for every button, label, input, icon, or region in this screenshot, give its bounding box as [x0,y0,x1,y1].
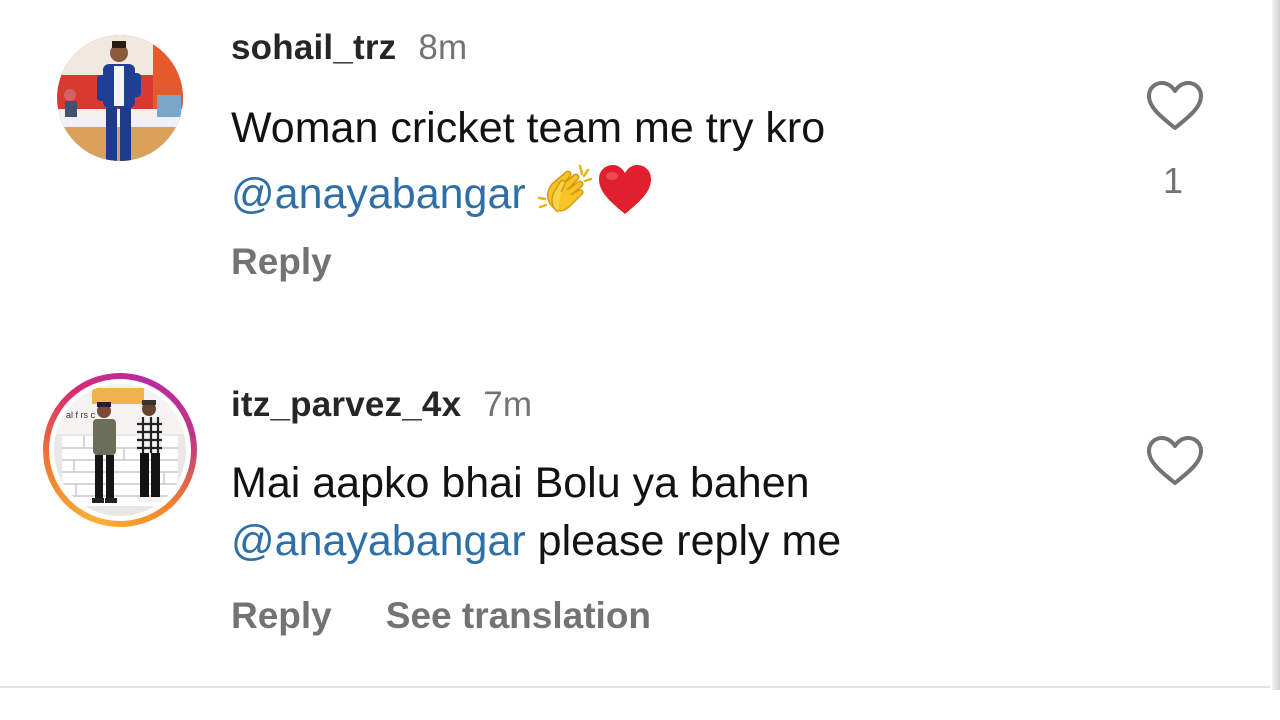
comment-username[interactable]: itz_parvez_4x 7m [231,385,532,425]
bottom-area [0,688,1270,720]
username-text[interactable]: sohail_trz [231,28,396,67]
like-count: 1 [1163,160,1184,201]
see-translation-button[interactable]: See translation [386,595,651,636]
red-heart-icon [598,165,651,214]
comment-timestamp: 7m [483,385,533,424]
comment-username[interactable]: sohail_trz 8m [231,28,467,68]
emoji-group [536,162,654,229]
mention-link[interactable]: @anayabangar [231,170,526,218]
comment-actions: Reply See translation [231,595,651,637]
clapping-hands-icon [537,164,592,213]
avatar-sign-text: al f rs c [66,410,96,420]
comments-screen: sohail_trz 8m Woman cricket team me try k… [0,0,1280,720]
reply-button[interactable]: Reply [231,241,332,282]
avatar[interactable]: al f rs c [54,384,186,516]
username-text[interactable]: itz_parvez_4x [231,385,461,424]
comment-text-line-1: Woman cricket team me try kro [231,104,826,152]
comment-item: sohail_trz 8m Woman cricket team me try k… [0,0,1270,330]
scrollbar-edge [1272,0,1280,690]
reply-button[interactable]: Reply [231,595,332,636]
comment-text-line-1: Mai aapko bhai Bolu ya bahen [231,459,810,507]
comment-timestamp: 8m [418,28,468,67]
comment-actions: Reply [231,241,332,283]
avatar[interactable] [57,35,183,161]
comment-text-rest: please reply me [525,517,842,565]
mention-link[interactable]: @anayabangar [231,517,526,565]
like-heart-icon[interactable] [1146,435,1204,487]
comment-item: al f rs c itz_parvez_4x 7m Mai aapko bha… [0,355,1270,665]
comment-text-line-2: @anayabangar [231,162,654,229]
like-heart-icon[interactable] [1146,80,1204,132]
comment-text-line-2: @anayabangar please reply me [231,517,841,566]
